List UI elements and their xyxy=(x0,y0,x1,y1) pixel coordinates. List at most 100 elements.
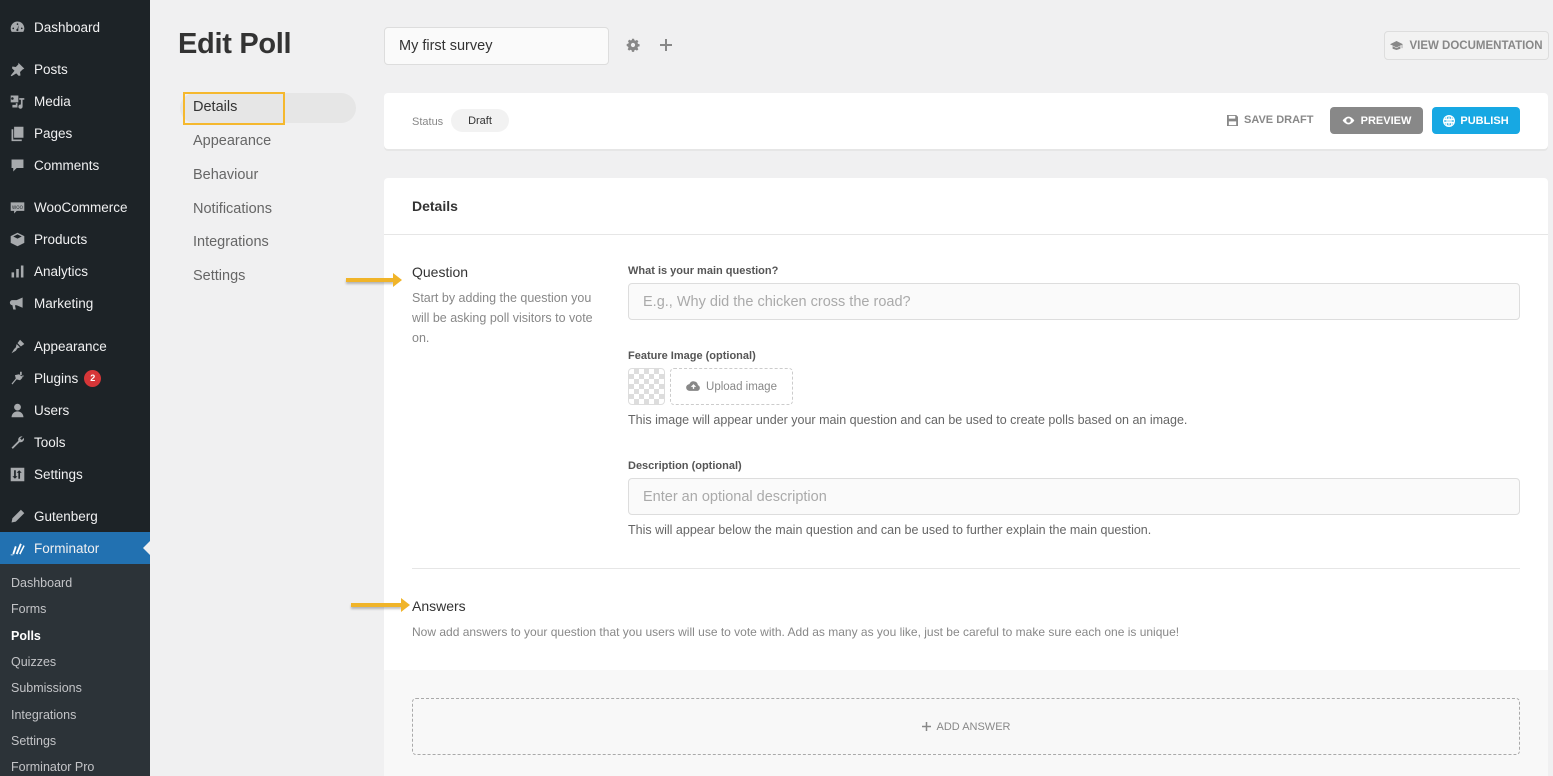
answers-section-title: Answers xyxy=(412,598,466,614)
preview-button[interactable]: PREVIEW xyxy=(1330,107,1423,134)
submenu-item-quizzes[interactable]: Quizzes xyxy=(11,655,56,669)
description-help: This will appear below the main question… xyxy=(628,523,1152,537)
main-question-label: What is your main question? xyxy=(628,265,779,277)
submenu-item-forms[interactable]: Forms xyxy=(11,602,46,616)
graduation-cap-icon xyxy=(1390,40,1404,51)
main-question-input[interactable] xyxy=(628,283,1520,320)
sidebar-item-label: Forminator xyxy=(34,540,100,556)
tab-behaviour[interactable]: Behaviour xyxy=(193,167,258,183)
tab-settings[interactable]: Settings xyxy=(193,268,245,284)
sidebar-item-users[interactable]: Users xyxy=(0,395,150,425)
cloud-upload-icon xyxy=(686,381,700,391)
sidebar-item-label: Dashboard xyxy=(34,19,101,35)
save-draft-label: SAVE DRAFT xyxy=(1244,114,1314,126)
forminator-icon xyxy=(8,539,26,557)
description-input[interactable] xyxy=(628,478,1520,515)
poll-name-input[interactable] xyxy=(384,27,609,65)
submenu-item-dashboard[interactable]: Dashboard xyxy=(11,576,72,590)
submenu-item-settings[interactable]: Settings xyxy=(11,734,56,748)
plus-icon[interactable] xyxy=(658,37,674,53)
sidebar-item-comments[interactable]: Comments xyxy=(0,150,150,180)
submenu-item-polls[interactable]: Polls xyxy=(11,629,41,643)
sidebar-item-marketing[interactable]: Marketing xyxy=(0,288,150,318)
sidebar-item-label: Posts xyxy=(34,61,68,77)
sidebar-item-label: Marketing xyxy=(34,295,94,311)
paintbrush-icon xyxy=(8,337,26,355)
bar-chart-icon xyxy=(8,262,26,280)
sidebar-item-label: Appearance xyxy=(34,338,107,354)
image-preview-placeholder xyxy=(628,368,665,405)
sidebar-item-label: Media xyxy=(34,93,71,109)
sidebar-item-gutenberg[interactable]: Gutenberg xyxy=(0,501,150,531)
forminator-submenu: Dashboard Forms Polls Quizzes Submission… xyxy=(0,564,150,776)
save-draft-button[interactable]: SAVE DRAFT xyxy=(1227,114,1313,126)
sidebar-item-settings[interactable]: Settings xyxy=(0,459,150,489)
sidebar-item-posts[interactable]: Posts xyxy=(0,54,150,84)
sidebar-item-label: Tools xyxy=(34,434,66,450)
update-count-badge: 2 xyxy=(84,369,102,387)
sidebar-item-plugins[interactable]: Plugins 2 xyxy=(0,363,150,393)
media-icon xyxy=(8,92,26,110)
sidebar-item-woocommerce[interactable]: WOO WooCommerce xyxy=(0,192,150,222)
feature-image-help: This image will appear under your main q… xyxy=(628,413,1188,427)
tab-integrations[interactable]: Integrations xyxy=(193,234,269,250)
plus-icon xyxy=(921,722,931,731)
view-documentation-button[interactable]: VIEW DOCUMENTATION xyxy=(1384,31,1549,60)
status-bar: Status Draft SAVE DRAFT PREVIEW PUBLISH xyxy=(384,93,1548,149)
answers-area: ADD ANSWER xyxy=(384,670,1548,776)
question-section-description: Start by adding the question you will be… xyxy=(412,291,593,345)
pin-icon xyxy=(8,60,26,78)
annotation-arrow-question xyxy=(346,273,402,287)
submenu-item-forminator-pro[interactable]: Forminator Pro xyxy=(11,760,94,774)
sidebar-item-analytics[interactable]: Analytics xyxy=(0,256,150,286)
sidebar-item-label: Plugins xyxy=(34,370,79,386)
pencil-icon xyxy=(8,507,26,525)
tab-details[interactable]: Details xyxy=(193,99,237,115)
upload-image-button[interactable]: Upload image xyxy=(670,368,793,405)
section-divider xyxy=(412,568,1520,569)
tab-appearance[interactable]: Appearance xyxy=(193,133,271,149)
sidebar-item-label: WooCommerce xyxy=(34,199,128,215)
submenu-item-integrations[interactable]: Integrations xyxy=(11,708,76,722)
floppy-disk-icon xyxy=(1227,114,1238,126)
feature-image-label: Feature Image (optional) xyxy=(628,350,756,362)
tab-notifications[interactable]: Notifications xyxy=(193,201,272,217)
view-documentation-label: VIEW DOCUMENTATION xyxy=(1409,39,1543,52)
details-card: Details Question Start by adding the que… xyxy=(384,178,1548,776)
sidebar-item-media[interactable]: Media xyxy=(0,86,150,116)
sidebar-item-products[interactable]: Products xyxy=(0,224,150,254)
status-label: Status xyxy=(412,116,444,128)
user-icon xyxy=(8,401,26,419)
pages-icon xyxy=(8,124,26,142)
admin-sidebar: Dashboard Posts Media Pages Comments WOO… xyxy=(0,0,150,776)
globe-icon xyxy=(1443,114,1456,127)
sidebar-item-label: Comments xyxy=(34,157,100,173)
megaphone-icon xyxy=(8,294,26,312)
answers-section-description: Now add answers to your question that yo… xyxy=(412,625,1180,639)
sidebar-item-forminator[interactable]: Forminator xyxy=(0,532,150,564)
status-badge: Draft xyxy=(451,109,509,132)
publish-button[interactable]: PUBLISH xyxy=(1432,107,1520,134)
wrench-icon xyxy=(8,433,26,451)
sidebar-item-label: Settings xyxy=(34,466,83,482)
plug-icon xyxy=(8,369,26,387)
preview-label: PREVIEW xyxy=(1360,114,1412,127)
description-label: Description (optional) xyxy=(628,460,742,472)
sidebar-item-appearance[interactable]: Appearance xyxy=(0,331,150,361)
sidebar-item-label: Users xyxy=(34,402,70,418)
eye-icon xyxy=(1342,116,1354,125)
sidebar-item-label: Pages xyxy=(34,125,73,141)
sidebar-item-pages[interactable]: Pages xyxy=(0,118,150,148)
woo-icon: WOO xyxy=(8,198,26,216)
add-answer-button[interactable]: ADD ANSWER xyxy=(412,698,1520,755)
sidebar-item-dashboard[interactable]: Dashboard xyxy=(0,12,150,42)
sidebar-item-tools[interactable]: Tools xyxy=(0,427,150,457)
sidebar-item-label: Gutenberg xyxy=(34,508,98,524)
details-header: Details xyxy=(384,178,1548,235)
comment-icon xyxy=(8,156,26,174)
submenu-item-submissions[interactable]: Submissions xyxy=(11,681,82,695)
question-section-title: Question xyxy=(412,264,469,280)
add-answer-label: ADD ANSWER xyxy=(936,720,1011,733)
box-icon xyxy=(8,230,26,248)
gear-icon[interactable] xyxy=(625,37,641,53)
